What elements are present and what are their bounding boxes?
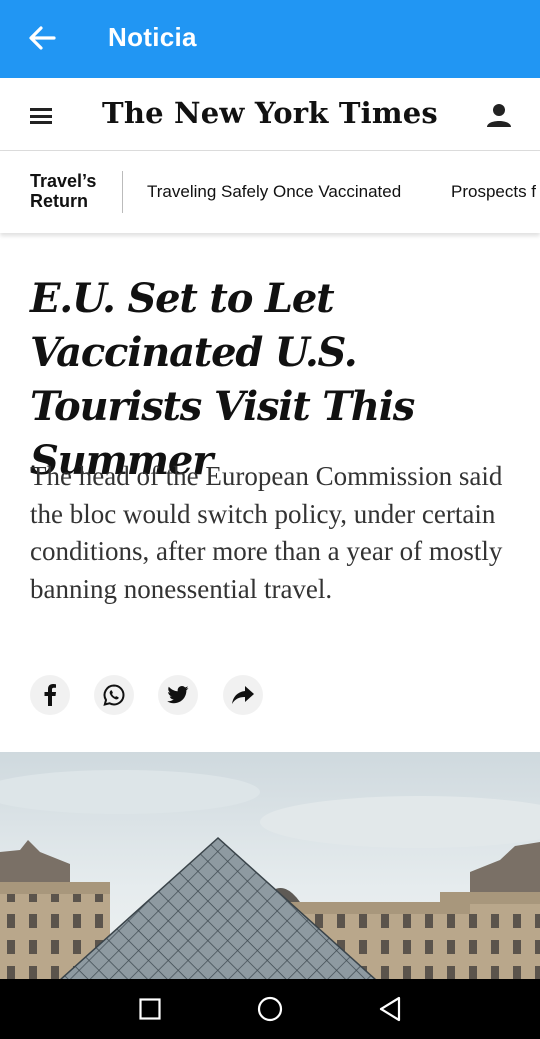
twitter-share-button[interactable]	[158, 675, 198, 715]
section-label[interactable]: Travel’s Return	[30, 171, 96, 211]
section-label-line1: Travel’s	[30, 171, 97, 191]
whatsapp-share-button[interactable]	[94, 675, 134, 715]
home-circle-icon[interactable]	[257, 996, 283, 1022]
topic-link-traveling-safely[interactable]: Traveling Safely Once Vaccinated	[147, 182, 401, 202]
section-label-line2: Return	[30, 191, 88, 211]
app-bar-title: Noticia	[108, 22, 197, 52]
more-share-button[interactable]	[223, 675, 263, 715]
twitter-icon	[167, 686, 189, 704]
back-triangle-icon[interactable]	[378, 996, 402, 1022]
whatsapp-icon	[103, 684, 125, 706]
article-image[interactable]	[0, 752, 540, 980]
topic-bar: Travel’s Return Traveling Safely Once Va…	[0, 151, 540, 233]
app-bar: Noticia	[0, 0, 540, 78]
facebook-share-button[interactable]	[30, 675, 70, 715]
facebook-icon	[44, 684, 56, 706]
account-icon[interactable]	[486, 102, 512, 128]
system-nav-bar	[0, 979, 540, 1039]
divider	[122, 171, 123, 213]
topic-link-prospects[interactable]: Prospects f	[451, 182, 536, 202]
nyt-logo[interactable]: The New York Times	[0, 96, 540, 130]
recents-square-icon[interactable]	[139, 998, 161, 1020]
arrow-left-icon[interactable]	[26, 22, 58, 54]
share-icon	[232, 686, 254, 704]
article-summary: The head of the European Commission said…	[30, 461, 503, 604]
article-headline: E.U. Set to Let Vaccinated U.S. Tourists…	[30, 275, 415, 484]
masthead: The New York Times	[0, 78, 540, 151]
